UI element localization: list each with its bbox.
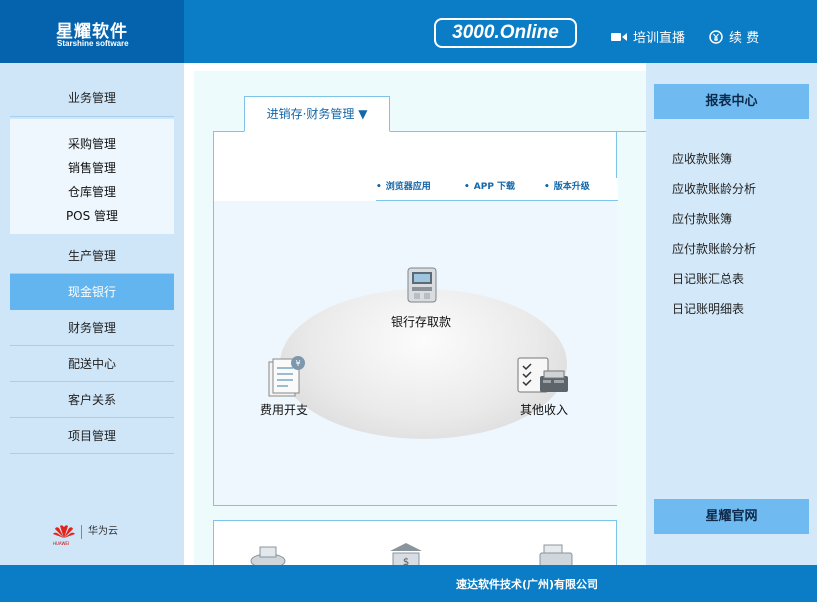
submenu-item-sales[interactable]: 销售管理 bbox=[10, 159, 174, 176]
logo-subtitle: Starshine software bbox=[57, 39, 129, 48]
report-link-journal-summary[interactable]: 日记账汇总表 bbox=[672, 270, 744, 287]
video-camera-icon bbox=[611, 32, 627, 41]
bank-deposit-withdraw-label[interactable]: 银行存取款 bbox=[391, 313, 451, 330]
version-upgrade-link[interactable]: 版本升级 bbox=[544, 179, 590, 192]
app-download-link[interactable]: APP 下载 bbox=[464, 179, 515, 192]
submenu-item-pos[interactable]: POS 管理 bbox=[10, 207, 174, 224]
report-link-journal-detail[interactable]: 日记账明细表 bbox=[672, 300, 744, 317]
sidebar-item-finance[interactable]: 财务管理 bbox=[10, 310, 174, 346]
sidebar-item-project[interactable]: 项目管理 bbox=[10, 418, 174, 454]
renew-coin-icon bbox=[709, 29, 723, 44]
svg-text:¥: ¥ bbox=[295, 359, 300, 368]
huawei-brand-text: HUAWEI bbox=[53, 541, 70, 546]
logo[interactable]: 星耀软件 Starshine software bbox=[0, 0, 184, 63]
report-link-payable-aging[interactable]: 应付款账龄分析 bbox=[672, 240, 756, 257]
main-content: 进销存·财务管理 ▼ 浏览器应用 APP 下载 版本升级 银行存取款 ¥ bbox=[184, 63, 646, 570]
report-center-sidebar: 报表中心 应收款账簿 应收款账龄分析 应付款账簿 应付款账龄分析 日记账汇总表 … bbox=[646, 63, 817, 565]
submenu-item-warehouse[interactable]: 仓库管理 bbox=[10, 183, 174, 200]
sidebar-item-business[interactable]: 业务管理 bbox=[10, 80, 174, 117]
renew-label: 续 费 bbox=[729, 31, 760, 46]
module-panel: 浏览器应用 APP 下载 版本升级 银行存取款 ¥ 费用开支 bbox=[213, 131, 618, 506]
pos-terminal-icon[interactable] bbox=[514, 356, 572, 396]
browser-app-link[interactable]: 浏览器应用 bbox=[376, 179, 431, 192]
atm-icon[interactable] bbox=[404, 266, 440, 304]
expense-document-icon[interactable]: ¥ bbox=[266, 356, 308, 398]
sidebar-item-cash-bank[interactable]: 现金银行 bbox=[10, 274, 174, 310]
submenu-item-purchase[interactable]: 采购管理 bbox=[10, 135, 174, 152]
training-live-link[interactable]: 培训直播 bbox=[611, 27, 685, 46]
huawei-flower-icon bbox=[53, 525, 75, 538]
report-center-title[interactable]: 报表中心 bbox=[654, 84, 809, 119]
secondary-module-panel: $ bbox=[213, 520, 617, 570]
expense-label[interactable]: 费用开支 bbox=[260, 401, 308, 418]
online-badge: 3000.Online bbox=[434, 18, 577, 48]
huawei-cloud-label: 华为云 bbox=[81, 525, 118, 539]
left-sidebar: 业务管理 采购管理 销售管理 仓库管理 POS 管理 生产管理 现金银行 财务管… bbox=[0, 63, 184, 565]
other-income-label[interactable]: 其他收入 bbox=[520, 401, 568, 418]
renew-link[interactable]: 续 费 bbox=[709, 27, 759, 46]
company-name: 速达软件技术(广州)有限公司 bbox=[456, 578, 599, 591]
top-header: 星耀软件 Starshine software 3000.Online 培训直播… bbox=[0, 0, 817, 63]
footer: 速达软件技术(广州)有限公司 bbox=[0, 565, 817, 602]
sidebar-item-delivery[interactable]: 配送中心 bbox=[10, 346, 174, 382]
report-link-receivable-ledger[interactable]: 应收款账簿 bbox=[672, 150, 732, 167]
report-link-payable-ledger[interactable]: 应付款账簿 bbox=[672, 210, 732, 227]
report-link-receivable-aging[interactable]: 应收款账龄分析 bbox=[672, 180, 756, 197]
sidebar-item-production[interactable]: 生产管理 bbox=[10, 238, 174, 274]
business-submenu: 采购管理 销售管理 仓库管理 POS 管理 bbox=[10, 119, 174, 234]
huawei-cloud-logo[interactable]: 华为云 bbox=[53, 524, 118, 540]
tab-inventory-finance[interactable]: 进销存·财务管理 ▼ bbox=[244, 96, 390, 132]
training-live-label: 培训直播 bbox=[633, 31, 686, 46]
official-site-button[interactable]: 星耀官网 bbox=[654, 499, 809, 534]
sidebar-item-crm[interactable]: 客户关系 bbox=[10, 382, 174, 418]
